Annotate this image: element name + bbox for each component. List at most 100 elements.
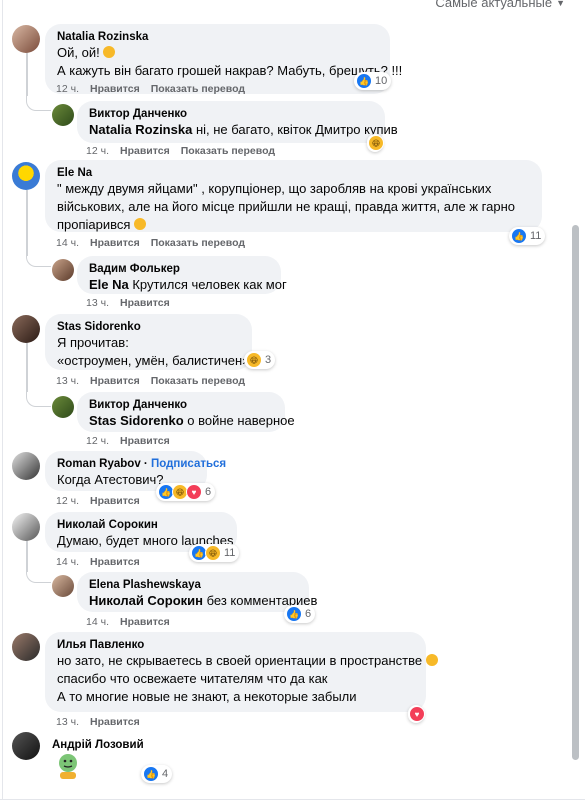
- reply-bubble: Виктор Данченко Natalia Rozinska ні, не …: [77, 101, 398, 143]
- comment-author[interactable]: Андрій Лозовий: [52, 738, 144, 752]
- chevron-down-icon: ▼: [556, 0, 565, 8]
- avatar[interactable]: [12, 452, 40, 480]
- timestamp[interactable]: 13 ч.: [86, 297, 109, 309]
- subscribe-link[interactable]: Подписаться: [151, 458, 226, 470]
- timestamp[interactable]: 13 ч.: [56, 716, 79, 728]
- reaction-count: 11: [530, 230, 542, 242]
- comment-text: пропіарився: [57, 217, 135, 232]
- mention-link[interactable]: Николай Сорокин: [89, 593, 203, 608]
- like-link[interactable]: Нравится: [90, 237, 140, 249]
- mention-link[interactable]: Natalia Rozinska: [89, 122, 192, 137]
- reaction-summary[interactable]: 😆 3: [244, 351, 276, 369]
- like-icon: 👍: [286, 606, 302, 622]
- comment-bubble: Stas Sidorenko Я прочитав: «остроумен, у…: [45, 314, 261, 370]
- reaction-count: 6: [205, 486, 212, 498]
- avatar[interactable]: [12, 25, 40, 53]
- comment-author[interactable]: Roman Ryabov: [57, 458, 141, 470]
- reaction-count: 6: [305, 608, 312, 620]
- like-link[interactable]: Нравится: [90, 375, 140, 387]
- love-icon: ♥: [186, 484, 202, 500]
- translate-link[interactable]: Показать перевод: [151, 83, 245, 95]
- reaction-summary[interactable]: 👍 11: [509, 227, 546, 245]
- avatar[interactable]: [52, 575, 74, 597]
- comment-meta: 12 ч. Нравится: [56, 495, 140, 507]
- translate-link[interactable]: Показать перевод: [181, 145, 275, 157]
- comment-author[interactable]: Elena Plashewskaya: [89, 578, 297, 592]
- like-link[interactable]: Нравится: [90, 556, 140, 568]
- like-link[interactable]: Нравится: [120, 616, 170, 628]
- thread-elbow: [26, 96, 51, 111]
- timestamp[interactable]: 14 ч.: [86, 616, 109, 628]
- like-icon: 👍: [356, 73, 372, 89]
- reaction-summary[interactable]: 👍 10: [354, 72, 392, 90]
- haha-icon: 😆: [205, 545, 221, 561]
- comment-meta: 14 ч. Нравится Показать перевод: [56, 237, 245, 249]
- reaction-summary[interactable]: 😆: [367, 134, 384, 152]
- timestamp[interactable]: 14 ч.: [56, 556, 79, 568]
- comment-author[interactable]: Stas Sidorenko: [57, 320, 240, 334]
- like-link[interactable]: Нравится: [90, 716, 140, 728]
- comment-text: А кажуть він багато грошей накрав? Мабут…: [57, 63, 403, 78]
- avatar[interactable]: [12, 513, 40, 541]
- sort-dropdown[interactable]: Самые актуальные ▼: [435, 0, 565, 10]
- avatar[interactable]: [12, 315, 40, 343]
- avatar[interactable]: [12, 633, 40, 661]
- like-link[interactable]: Нравится: [90, 495, 140, 507]
- reply-bubble: Вадим Фолькер Ele Na Крутился человек ка…: [77, 256, 287, 294]
- comment-meta: 14 ч. Нравится: [86, 616, 170, 628]
- scrollbar-thumb[interactable]: [572, 225, 579, 760]
- comment-text: «остроумен, умён, балистичен»...: [57, 353, 261, 368]
- avatar[interactable]: [52, 104, 74, 126]
- smirk-emoji-icon: [134, 218, 147, 230]
- comment-author[interactable]: Николай Сорокин: [57, 518, 225, 532]
- comment-meta: 13 ч. Нравится: [86, 297, 170, 309]
- avatar[interactable]: [52, 259, 74, 281]
- thread-line: [26, 342, 28, 392]
- reaction-summary[interactable]: 👍 😆 ♥ 6: [156, 483, 216, 501]
- translate-link[interactable]: Показать перевод: [151, 375, 245, 387]
- comment-meta: 14 ч. Нравится: [56, 556, 140, 568]
- sticker-image: [55, 752, 81, 780]
- reaction-count: 4: [162, 768, 169, 780]
- like-link[interactable]: Нравится: [120, 145, 170, 157]
- avatar[interactable]: [52, 396, 74, 418]
- like-icon: 👍: [511, 228, 527, 244]
- like-link[interactable]: Нравится: [90, 83, 140, 95]
- thread-line: [26, 190, 28, 256]
- haha-icon: 😆: [246, 352, 262, 368]
- reaction-summary[interactable]: ♥: [408, 705, 425, 723]
- like-icon: 👍: [143, 766, 159, 782]
- like-link[interactable]: Нравится: [120, 435, 170, 447]
- comment-author[interactable]: Вадим Фолькер: [89, 262, 269, 276]
- avatar[interactable]: [12, 162, 40, 190]
- comment-author[interactable]: Виктор Данченко: [89, 398, 273, 412]
- comment-author[interactable]: Natalia Rozinska: [57, 30, 378, 44]
- comment-text: військових, але на його місце прийшли не…: [57, 199, 515, 214]
- mention-link[interactable]: Stas Sidorenko: [89, 413, 184, 428]
- mention-link[interactable]: Ele Na: [89, 277, 129, 292]
- comment-text: Я прочитав:: [57, 335, 129, 350]
- reaction-summary[interactable]: 👍 😆 11: [189, 544, 240, 562]
- comment-text: спасибо что освежаете читателям что да к…: [57, 671, 328, 686]
- comment-author[interactable]: Ele Na: [57, 166, 530, 180]
- timestamp[interactable]: 13 ч.: [56, 375, 79, 387]
- timestamp[interactable]: 12 ч.: [86, 145, 109, 157]
- like-link[interactable]: Нравится: [120, 297, 170, 309]
- timestamp[interactable]: 12 ч.: [56, 83, 79, 95]
- comment-author[interactable]: Виктор Данченко: [89, 107, 373, 121]
- reaction-summary[interactable]: 👍 4: [141, 765, 173, 783]
- reaction-count: 3: [265, 354, 272, 366]
- left-border: [2, 0, 3, 800]
- comment-author[interactable]: Илья Павленко: [57, 638, 414, 652]
- sort-label: Самые актуальные: [435, 0, 553, 10]
- timestamp[interactable]: 14 ч.: [56, 237, 79, 249]
- comment-bubble: Илья Павленко но зато, не скрываетесь в …: [45, 632, 438, 712]
- comment-text: о войне наверное: [183, 413, 295, 428]
- timestamp[interactable]: 12 ч.: [56, 495, 79, 507]
- translate-link[interactable]: Показать перевод: [151, 237, 245, 249]
- reaction-summary[interactable]: 👍 6: [284, 605, 316, 623]
- thread-elbow: [26, 568, 51, 583]
- timestamp[interactable]: 12 ч.: [86, 435, 109, 447]
- avatar[interactable]: [12, 732, 40, 760]
- comment-meta: 12 ч. Нравится Показать перевод: [86, 145, 275, 157]
